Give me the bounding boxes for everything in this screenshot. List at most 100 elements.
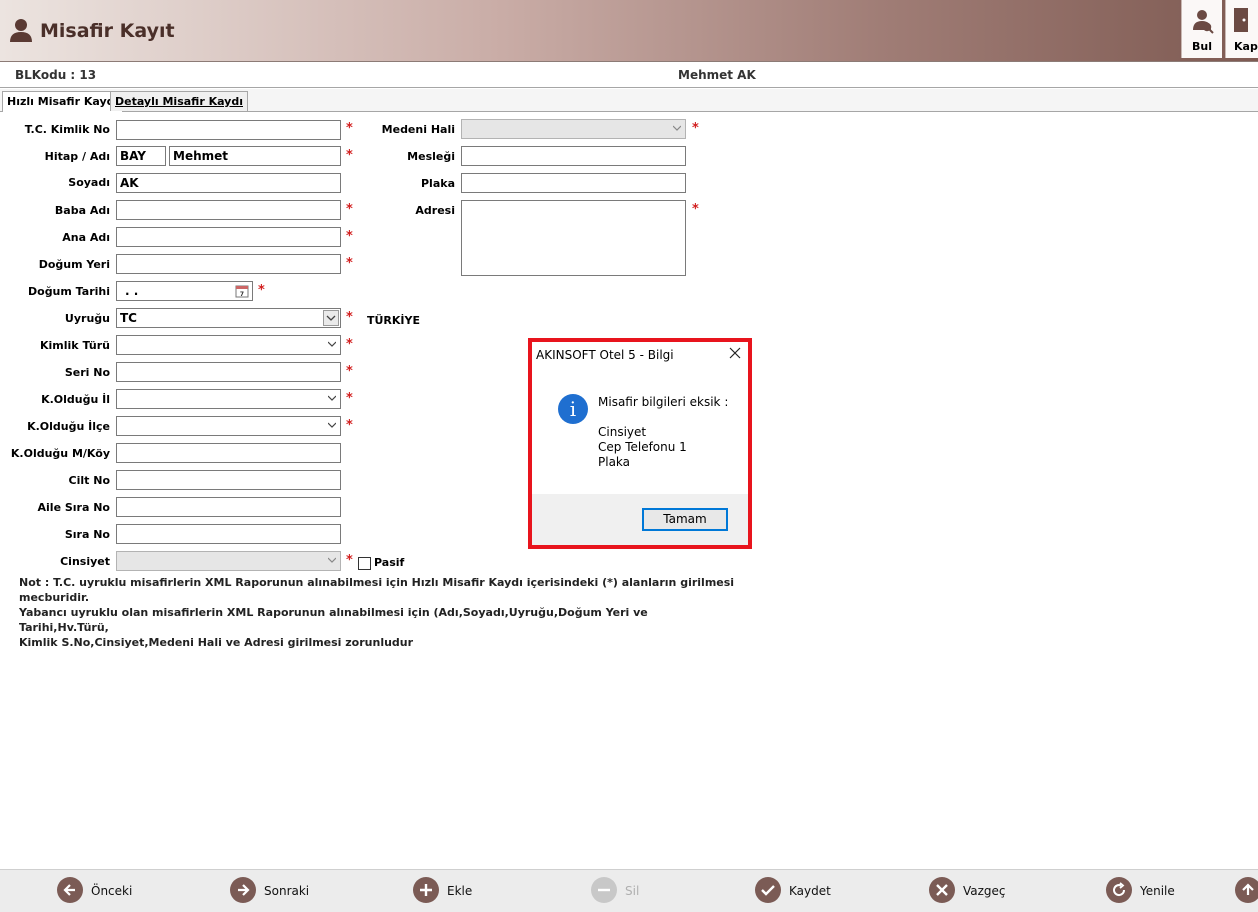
bottom-toolbar: Önceki Sonraki Ekle Sil Kaydet Vazgeç Ye… xyxy=(0,869,1258,912)
gender-select[interactable] xyxy=(116,551,341,571)
first-name-input[interactable]: Mehmet xyxy=(169,146,341,166)
plus-icon xyxy=(420,884,432,896)
close-button[interactable]: Kapa xyxy=(1225,0,1258,58)
chevron-down-icon xyxy=(673,125,681,131)
required-mark: * xyxy=(346,337,353,352)
save-button-label: Kaydet xyxy=(789,884,831,898)
gender-label: Cinsiyet xyxy=(60,555,110,568)
birth-date-input[interactable]: . . 7 xyxy=(116,281,253,301)
minus-icon xyxy=(598,888,610,892)
serial-no-input[interactable] xyxy=(116,362,341,382)
close-icon[interactable] xyxy=(728,346,742,360)
plate-label: Plaka xyxy=(421,177,455,190)
door-close-icon xyxy=(1234,8,1248,32)
nationality-select[interactable]: TC xyxy=(116,308,341,328)
user-search-icon xyxy=(1193,10,1214,34)
birth-place-label: Doğum Yeri xyxy=(38,258,110,271)
missing-item: Cep Telefonu 1 xyxy=(598,440,687,454)
father-name-input[interactable] xyxy=(116,200,341,220)
tab-detailed-guest-label: Detaylı Misafir Kaydı xyxy=(115,95,243,108)
required-mark: * xyxy=(346,364,353,379)
mother-name-input[interactable] xyxy=(116,227,341,247)
tc-input[interactable] xyxy=(116,120,341,140)
passive-checkbox[interactable] xyxy=(358,557,371,570)
family-seq-input[interactable] xyxy=(116,497,341,517)
delete-button-label: Sil xyxy=(625,884,640,898)
tab-detailed-guest[interactable]: Detaylı Misafir Kaydı xyxy=(110,91,248,111)
plate-input[interactable] xyxy=(461,173,686,193)
refresh-icon xyxy=(1113,882,1126,897)
district-label: K.Olduğu İlçe xyxy=(27,420,110,433)
x-icon xyxy=(936,884,948,896)
dialog-title: AKINSOFT Otel 5 - Bilgi xyxy=(536,348,674,362)
nationality-name: TÜRKİYE xyxy=(367,314,421,327)
chevron-down-icon xyxy=(326,315,336,321)
district-select[interactable] xyxy=(116,416,341,436)
guest-name-text: Mehmet AK xyxy=(678,68,756,82)
id-type-label: Kimlik Türü xyxy=(40,339,110,352)
required-mark: * xyxy=(258,283,265,298)
svg-text:7: 7 xyxy=(240,291,244,298)
close-button-label: Kapa xyxy=(1234,40,1258,53)
page-title: Misafir Kayıt xyxy=(40,20,175,42)
id-type-select[interactable] xyxy=(116,335,341,355)
blkodu-text: BLKodu : 13 xyxy=(15,68,97,82)
dialog-message: Misafir bilgileri eksik : Cinsiyet Cep T… xyxy=(598,395,728,470)
next-button-label: Sonraki xyxy=(264,884,310,898)
note-line-2: Yabancı uyruklu olan misafirlerin XML Ra… xyxy=(19,606,648,634)
required-mark: * xyxy=(346,229,353,244)
mother-name-label: Ana Adı xyxy=(62,231,110,244)
tab-quick-guest[interactable]: Hızlı Misafir Kaydı xyxy=(2,91,124,112)
address-label: Adresi xyxy=(415,204,455,217)
required-mark: * xyxy=(346,391,353,406)
village-input[interactable] xyxy=(116,443,341,463)
nationality-dropdown[interactable] xyxy=(323,310,339,326)
province-label: K.Olduğu İl xyxy=(41,393,110,406)
user-icon xyxy=(10,19,32,42)
cancel-button-label: Vazgeç xyxy=(963,884,1006,898)
marital-status-select[interactable] xyxy=(461,119,686,139)
surname-label: Soyadı xyxy=(68,176,110,189)
nationality-value: TC xyxy=(120,311,137,325)
check-icon xyxy=(761,885,775,896)
arrow-left-icon xyxy=(63,884,75,896)
arrow-right-icon xyxy=(238,884,250,896)
tc-label: T.C. Kimlik No xyxy=(24,123,110,136)
passive-label: Pasif xyxy=(374,556,405,569)
scroll-up-button[interactable] xyxy=(1235,877,1258,905)
chevron-down-icon xyxy=(328,422,336,428)
volume-no-input[interactable] xyxy=(116,470,341,490)
find-button-label: Bul xyxy=(1192,40,1212,53)
seq-no-label: Sıra No xyxy=(64,528,110,541)
serial-no-label: Seri No xyxy=(64,366,110,379)
required-mark: * xyxy=(692,121,699,136)
tab-quick-guest-label: Hızlı Misafir Kaydı xyxy=(7,95,119,108)
arrow-up-icon xyxy=(1242,883,1254,895)
find-button[interactable]: Bul xyxy=(1181,0,1222,58)
address-textarea[interactable] xyxy=(461,200,686,276)
surname-input[interactable]: AK xyxy=(116,173,341,193)
hitap-input[interactable]: BAY xyxy=(116,146,166,166)
birth-date-value: . . xyxy=(125,284,139,298)
note-line-3: Kimlik S.No,Cinsiyet,Medeni Hali ve Adre… xyxy=(19,636,414,649)
seq-no-input[interactable] xyxy=(116,524,341,544)
occupation-input[interactable] xyxy=(461,146,686,166)
ok-button[interactable]: Tamam xyxy=(642,508,728,531)
birth-place-input[interactable] xyxy=(116,254,341,274)
chevron-down-icon xyxy=(328,341,336,347)
required-mark: * xyxy=(346,553,353,568)
chevron-down-icon xyxy=(328,557,336,563)
missing-item: Cinsiyet xyxy=(598,425,647,439)
add-button-label: Ekle xyxy=(447,884,473,898)
info-dialog: AKINSOFT Otel 5 - Bilgi i Misafir bilgil… xyxy=(532,342,748,545)
province-select[interactable] xyxy=(116,389,341,409)
tab-strip: Hızlı Misafir Kaydı Detaylı Misafir Kayd… xyxy=(0,89,1258,112)
chevron-down-icon xyxy=(328,395,336,401)
occupation-label: Mesleği xyxy=(407,150,455,163)
calendar-icon[interactable]: 7 xyxy=(235,284,249,298)
missing-item: Plaka xyxy=(598,455,631,469)
volume-no-label: Cilt No xyxy=(68,474,110,487)
previous-button-label: Önceki xyxy=(91,884,133,898)
marital-status-label: Medeni Hali xyxy=(381,123,455,136)
family-seq-label: Aile Sıra No xyxy=(37,501,110,514)
